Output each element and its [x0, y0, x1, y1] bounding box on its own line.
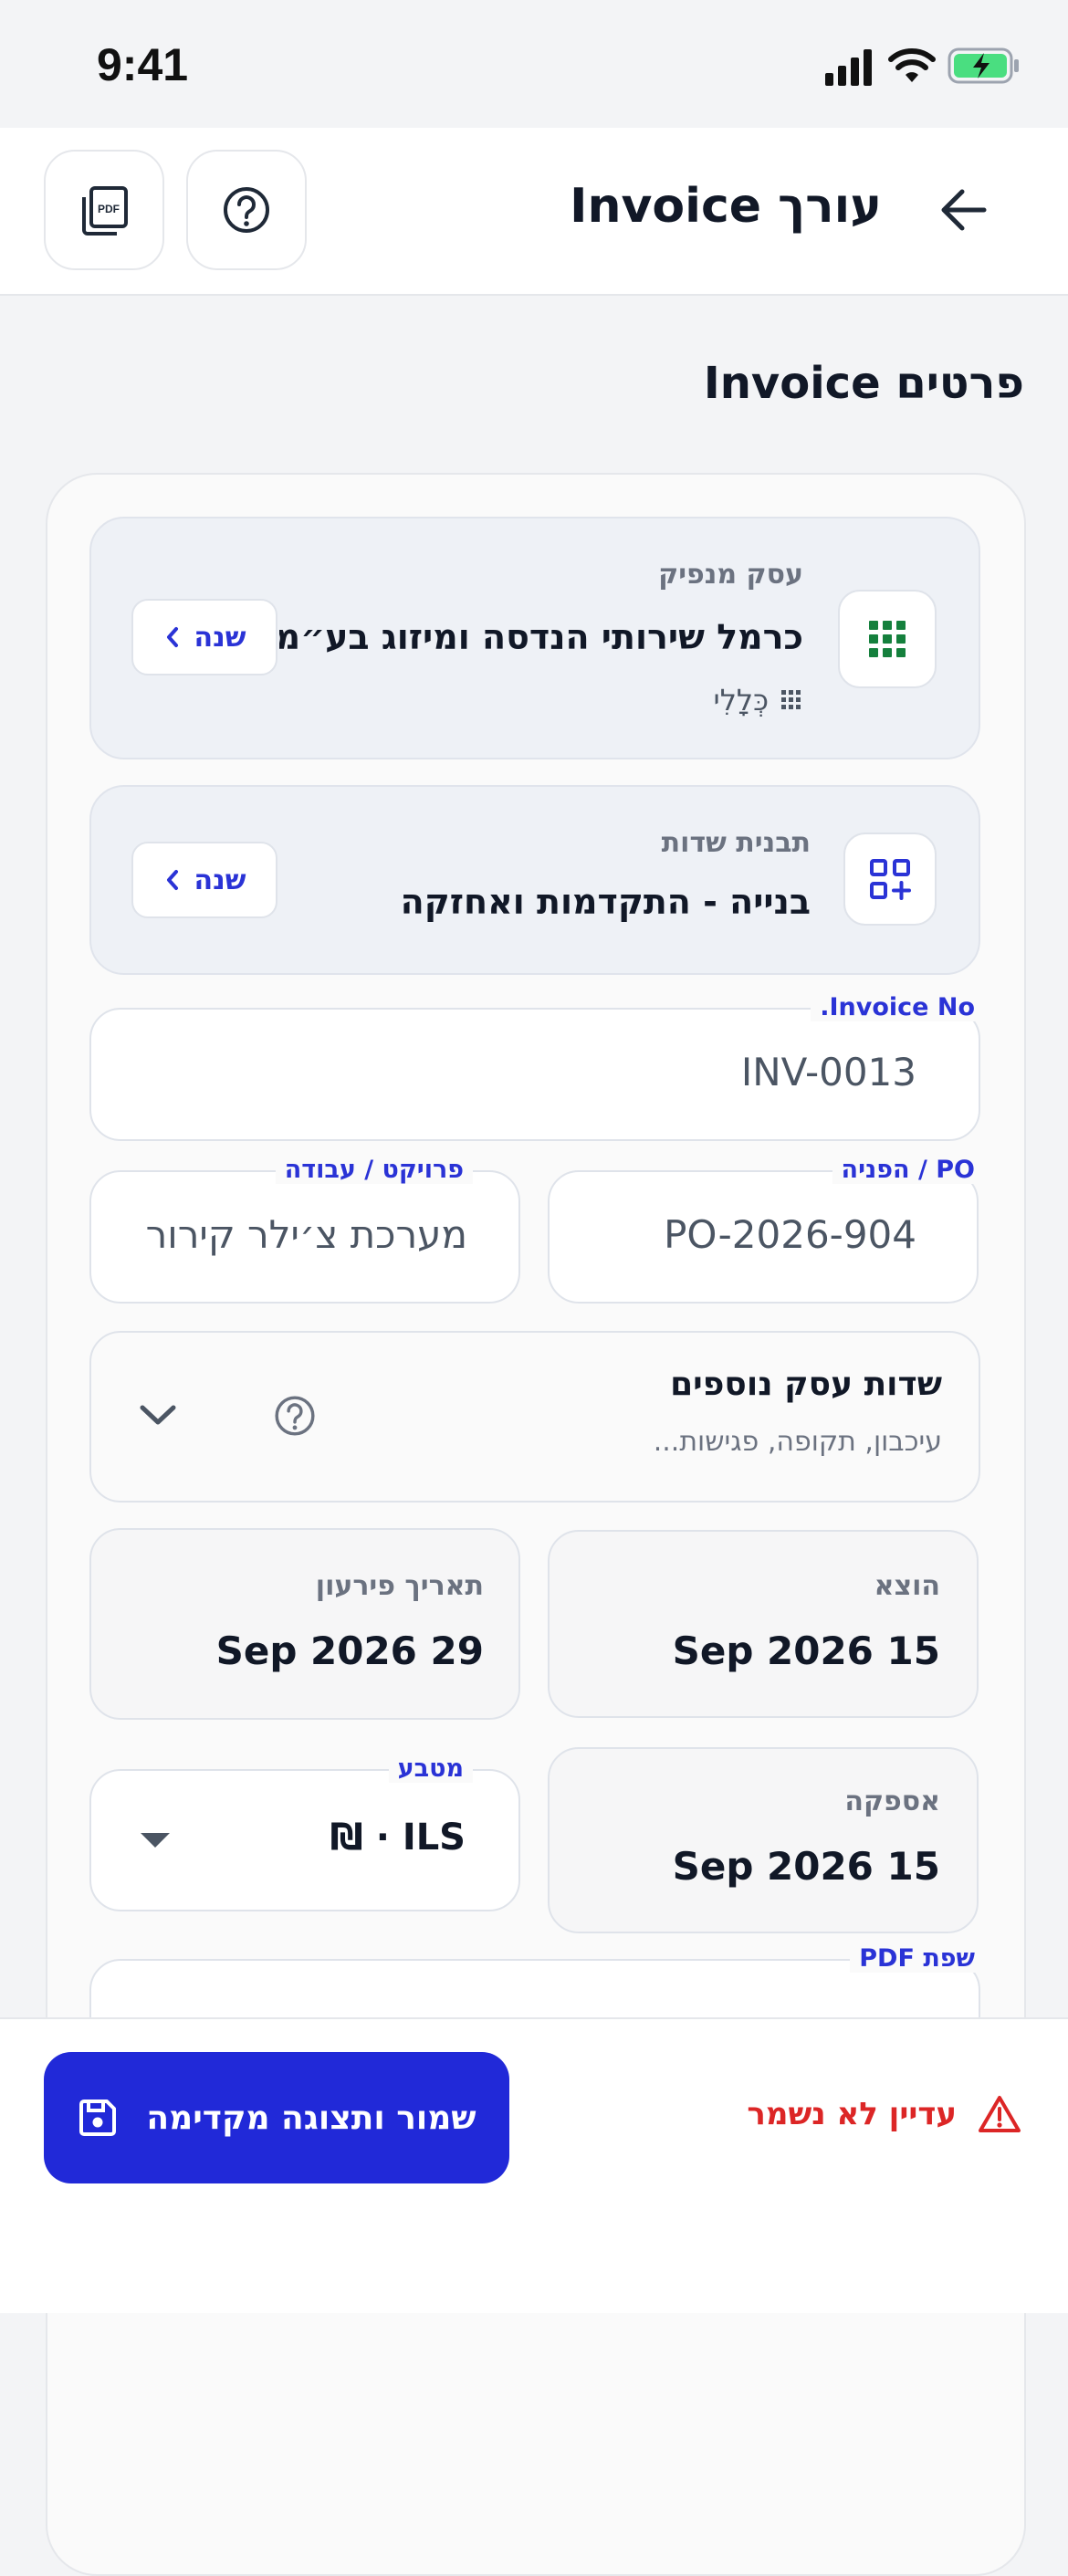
currency-dropdown-caret[interactable] — [137, 1829, 173, 1855]
unsaved-label: עדיין לא נשמר — [747, 2096, 957, 2132]
supply-label: אספקה — [844, 1785, 940, 1817]
currency-value: ILS · ₪ — [330, 1817, 466, 1859]
project-value[interactable]: מערכת צ׳ילר קירור : — [142, 1212, 467, 1257]
caret-down-icon — [141, 1833, 170, 1848]
grid-icon — [869, 621, 906, 657]
template-name: בנייה - התקדמות ואחזקה — [400, 882, 811, 922]
save-preview-label: שמור ותצוגה מקדימה — [146, 2099, 476, 2137]
currency-label: מטבע — [388, 1754, 473, 1783]
pdf-language-label: שפת PDF — [850, 1944, 984, 1973]
change-template-label: שנה — [194, 864, 246, 896]
issued-date-card[interactable] — [548, 1530, 979, 1718]
save-icon — [79, 2100, 117, 2136]
invoice-no-value[interactable]: INV-0013 — [741, 1050, 916, 1094]
chevron-left-icon — [166, 627, 178, 647]
template-icon-tile — [843, 832, 937, 926]
po-value[interactable]: PO-2026-904 — [664, 1212, 916, 1257]
save-preview-button[interactable]: שמור ותצוגה מקדימה — [44, 2052, 509, 2183]
warning-icon — [979, 2096, 1021, 2132]
issued-label: הוצא — [874, 1570, 940, 1602]
due-date-card[interactable] — [89, 1528, 520, 1720]
expand-button[interactable] — [137, 1397, 179, 1437]
status-bar: 9:41 — [0, 0, 1068, 128]
arrow-right-icon — [941, 189, 987, 231]
supply-value: 15 Sep 2026 — [672, 1844, 940, 1889]
pdf-button[interactable]: PDF — [44, 150, 164, 270]
wifi-icon — [888, 48, 936, 82]
change-issuer-label: שנה — [194, 621, 246, 654]
po-label: PO / הפניה — [832, 1156, 984, 1184]
page-title: עורך Invoice — [570, 179, 882, 234]
svg-text:PDF: PDF — [98, 203, 120, 215]
help-icon — [224, 187, 269, 233]
back-button[interactable] — [937, 183, 991, 241]
section-title: פרטים Invoice — [703, 358, 1024, 409]
help-icon — [275, 1396, 315, 1436]
issued-value: 15 Sep 2026 — [672, 1628, 940, 1673]
issuer-label: עסק מנפיק — [658, 559, 803, 591]
unsaved-warning: עדיין לא נשמר — [747, 2094, 1022, 2134]
help-button[interactable] — [186, 150, 307, 270]
pdf-icon: PDF — [82, 186, 128, 236]
battery-charging-icon — [948, 47, 1019, 84]
issuer-icon-tile — [838, 590, 937, 688]
signal-icon — [825, 49, 872, 86]
invoice-no-label: Invoice No. — [811, 993, 984, 1021]
change-template-button[interactable]: שנה — [131, 842, 277, 918]
issuer-category: כְּלָלִי — [714, 683, 803, 717]
status-time: 9:41 — [97, 39, 189, 90]
extra-fields-help[interactable] — [272, 1393, 318, 1442]
issuer-category-label: כְּלָלִי — [713, 683, 769, 717]
change-issuer-button[interactable]: שנה — [131, 599, 277, 675]
extra-fields-title: שדות עסק נוספים — [670, 1366, 942, 1403]
chevron-left-icon — [166, 870, 178, 890]
due-value: 29 Sep 2026 — [215, 1628, 484, 1673]
template-label: תבנית שדות — [661, 827, 811, 859]
dots-grid-icon — [781, 690, 801, 709]
issuer-name: כרמל שירותי הנדסה ומיזוג בע״מ — [279, 617, 803, 657]
supply-date-card[interactable] — [548, 1747, 979, 1933]
chevron-down-icon — [140, 1405, 176, 1425]
due-label: תאריך פירעון — [315, 1570, 484, 1602]
project-label: פרויקט / עבודה — [275, 1156, 473, 1184]
extra-fields-toggle[interactable] — [89, 1331, 980, 1503]
extra-fields-subtitle: עיכבון, תקופה, פגישות... — [653, 1426, 942, 1458]
grid-add-icon — [870, 859, 911, 900]
